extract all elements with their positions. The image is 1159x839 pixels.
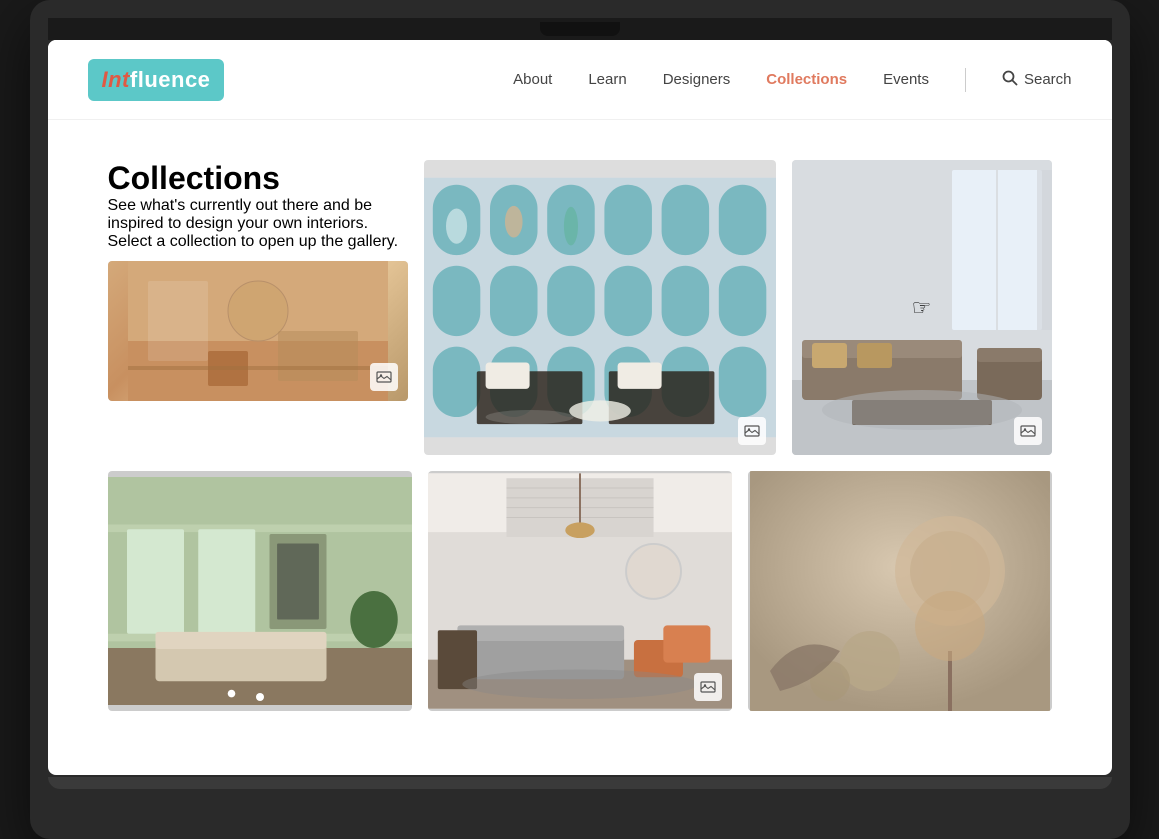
- logo-rest-text: fluence: [130, 67, 211, 92]
- nav-link-events[interactable]: Events: [883, 71, 929, 88]
- nav-links: About Learn Designers Collections Events: [513, 68, 1071, 92]
- room-image-2-bg: [424, 160, 776, 455]
- collection-image-1[interactable]: [108, 261, 408, 401]
- navbar: Intfluence About Learn Designers Collect…: [48, 40, 1112, 120]
- nav-item-events[interactable]: Events: [883, 71, 929, 89]
- nav-link-collections[interactable]: Collections: [766, 71, 847, 88]
- collection-image-4[interactable]: [108, 471, 412, 711]
- image-badge-2: [738, 417, 766, 445]
- laptop-frame: Intfluence About Learn Designers Collect…: [30, 0, 1130, 839]
- collection-image-2[interactable]: [424, 160, 776, 455]
- search-label: Search: [1024, 71, 1072, 88]
- camera-notch: [540, 22, 620, 36]
- main-content: Collections See what's currently out the…: [48, 120, 1112, 775]
- search-button[interactable]: Search: [1002, 70, 1072, 90]
- collections-row1: Collections See what's currently out the…: [108, 160, 1052, 455]
- nav-item-about[interactable]: About: [513, 71, 552, 89]
- logo[interactable]: Intfluence: [88, 59, 225, 101]
- image-badge-5: [694, 673, 722, 701]
- carousel-dot: [256, 693, 264, 701]
- image-badge-3: [1014, 417, 1042, 445]
- collection-image-6[interactable]: [748, 471, 1052, 711]
- nav-item-designers[interactable]: Designers: [663, 71, 731, 89]
- collections-row2: [108, 471, 1052, 711]
- nav-link-designers[interactable]: Designers: [663, 71, 731, 88]
- logo-int-text: Int: [102, 67, 130, 92]
- nav-item-learn[interactable]: Learn: [588, 71, 626, 89]
- laptop-screen: Intfluence About Learn Designers Collect…: [48, 40, 1112, 775]
- image-badge-1: [370, 363, 398, 391]
- logo-text: Intfluence: [102, 67, 211, 92]
- search-icon: [1002, 70, 1018, 90]
- laptop-base: [48, 777, 1112, 789]
- collection-image-3[interactable]: ☞: [792, 160, 1052, 455]
- page-subtitle: See what's currently out there and be in…: [108, 197, 408, 251]
- nav-link-learn[interactable]: Learn: [588, 71, 626, 88]
- nav-divider: [965, 68, 966, 92]
- row3-hint: [108, 727, 1052, 735]
- collection-image-5[interactable]: [428, 471, 732, 711]
- nav-link-about[interactable]: About: [513, 71, 552, 88]
- collections-intro: Collections See what's currently out the…: [108, 160, 408, 455]
- screen-bezel-top: [48, 18, 1112, 40]
- room-image-1-bg: [108, 261, 408, 401]
- page-title: Collections: [108, 160, 408, 197]
- nav-item-collections[interactable]: Collections: [766, 71, 847, 89]
- nav-search-item[interactable]: Search: [1002, 70, 1072, 90]
- room-image-3-bg: [792, 160, 1052, 455]
- website-content: Intfluence About Learn Designers Collect…: [48, 40, 1112, 775]
